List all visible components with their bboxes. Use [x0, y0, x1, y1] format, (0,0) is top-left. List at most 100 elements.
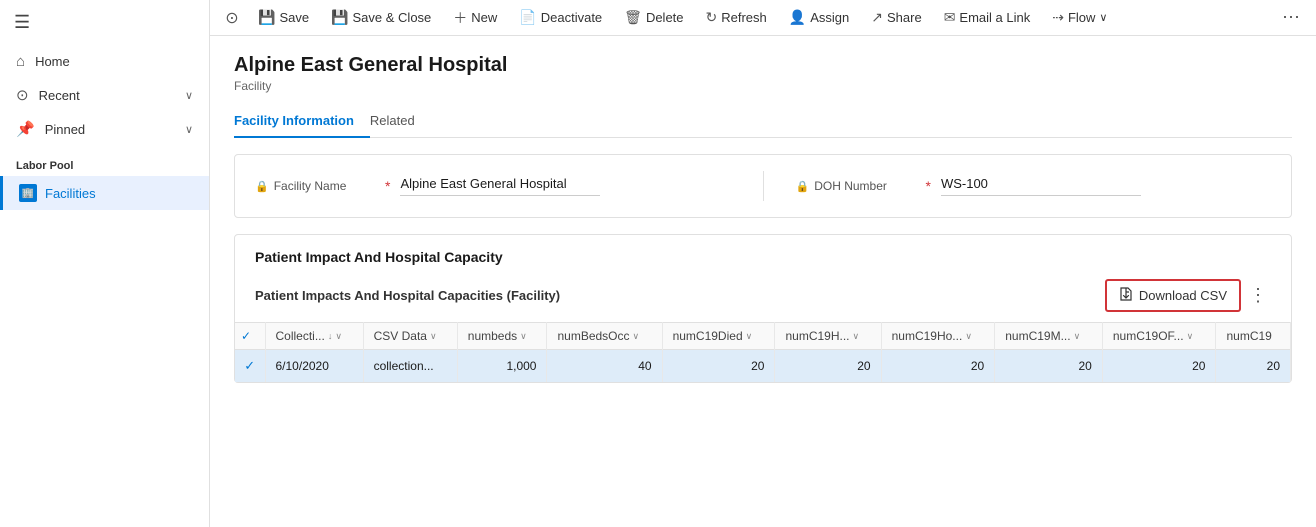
col-header-numC19last[interactable]: numC19: [1216, 323, 1291, 350]
delete-button[interactable]: 🗑 Delete: [614, 5, 693, 30]
chevron-down-icon-pinned: ∨: [185, 123, 193, 136]
download-csv-icon: [1119, 286, 1133, 305]
lock-icon-doh: 🔒: [796, 180, 810, 193]
table-title: Patient Impacts And Hospital Capacities …: [255, 288, 560, 303]
col-header-csv-data[interactable]: CSV Data ∨: [363, 323, 457, 350]
form-section: 🔒 Facility Name * Alpine East General Ho…: [234, 154, 1292, 218]
col-chevron-numC19Died: ∨: [746, 331, 753, 342]
flow-chevron-icon: ∨: [1099, 11, 1107, 24]
new-icon: ＋: [453, 8, 467, 28]
share-button[interactable]: ↗ Share: [861, 5, 931, 30]
col-chevron-numC19Ho: ∨: [965, 331, 972, 342]
patient-impact-table: ✓ Collecti... ↓ ∨ CSV Data: [235, 322, 1291, 382]
flow-icon: ⇢: [1052, 9, 1064, 26]
sidebar: ☰ ⌂ Home ⊙ Recent ∨ 📌 Pinned ∨ Labor Poo…: [0, 0, 210, 527]
patient-impact-title: Patient Impact And Hospital Capacity: [235, 235, 1291, 273]
doh-number-value[interactable]: WS-100: [941, 176, 1141, 196]
deactivate-icon: 📄: [519, 9, 536, 26]
hamburger-menu[interactable]: ☰: [0, 0, 209, 45]
new-button[interactable]: ＋ New: [443, 4, 507, 32]
toolbar: ⊙ 💾 Save 💾 Save & Close ＋ New 📄 Deactiva…: [210, 0, 1316, 36]
tabs-container: Facility Information Related: [234, 105, 1292, 138]
col-chevron-csv: ∨: [430, 331, 437, 342]
cell-numbedsOcc: 40: [547, 350, 662, 383]
sidebar-item-facilities[interactable]: 🏢 Facilities: [0, 176, 209, 210]
save-close-button[interactable]: 💾 Save & Close: [321, 5, 441, 30]
required-asterisk: *: [385, 178, 390, 194]
record-header: Alpine East General Hospital Facility: [210, 36, 1316, 93]
col-chevron-numC19M: ∨: [1074, 331, 1081, 342]
delete-icon: 🗑: [624, 9, 642, 26]
col-header-numC19H[interactable]: numC19H... ∨: [775, 323, 881, 350]
col-header-numC19Died[interactable]: numC19Died ∨: [662, 323, 775, 350]
cell-numC19H: 20: [775, 350, 881, 383]
cell-numC19OF: 20: [1102, 350, 1216, 383]
facilities-icon: 🏢: [19, 184, 37, 202]
sidebar-item-pinned[interactable]: 📌 Pinned ∨: [0, 112, 209, 146]
col-chevron-numC19H: ∨: [853, 331, 860, 342]
record-title: Alpine East General Hospital: [234, 54, 1292, 77]
content-area: Alpine East General Hospital Facility Fa…: [210, 36, 1316, 527]
facility-name-label: 🔒 Facility Name: [255, 179, 375, 193]
sidebar-section-label: Labor Pool: [0, 146, 209, 176]
field-divider: [763, 171, 764, 201]
sort-asc-icon: ↓: [328, 331, 333, 341]
email-link-button[interactable]: ✉ Email a Link: [934, 5, 1041, 30]
refresh-button[interactable]: ↻ Refresh: [696, 5, 777, 30]
sidebar-recent-label: Recent: [39, 88, 80, 103]
cell-numbeds: 1,000: [457, 350, 547, 383]
form-row: 🔒 Facility Name * Alpine East General Ho…: [255, 171, 1271, 201]
required-asterisk-doh: *: [926, 178, 931, 194]
main-area: ⊙ 💾 Save 💾 Save & Close ＋ New 📄 Deactiva…: [210, 0, 1316, 527]
cell-csv-data: collection...: [363, 350, 457, 383]
assign-icon: 👤: [789, 9, 806, 26]
cell-numC19Ho: 20: [881, 350, 995, 383]
tab-related[interactable]: Related: [370, 105, 431, 138]
table-row[interactable]: ✓ 6/10/2020 collection... 1,000 40 20 20…: [235, 350, 1291, 383]
col-chevron-collecti: ∨: [335, 331, 342, 342]
row-check-icon: ✓: [244, 358, 255, 373]
pin-icon: 📌: [16, 120, 35, 138]
deactivate-button[interactable]: 📄 Deactivate: [509, 5, 612, 30]
col-header-collecti[interactable]: Collecti... ↓ ∨: [265, 323, 363, 350]
cell-numC19last: 20: [1216, 350, 1291, 383]
col-header-numC19OF[interactable]: numC19OF... ∨: [1102, 323, 1216, 350]
assign-button[interactable]: 👤 Assign: [779, 5, 859, 30]
history-button[interactable]: ⊙: [218, 4, 246, 32]
table-more-options[interactable]: ⋮: [1245, 285, 1271, 306]
flow-button[interactable]: ⇢ Flow ∨: [1042, 5, 1117, 30]
doh-number-field: 🔒 DOH Number * WS-100: [796, 176, 1272, 196]
patient-impact-section: Patient Impact And Hospital Capacity Pat…: [234, 234, 1292, 383]
tab-facility-information[interactable]: Facility Information: [234, 105, 370, 138]
sidebar-home-label: Home: [35, 54, 70, 69]
history-icon: ⊙: [225, 8, 238, 28]
facility-name-field: 🔒 Facility Name * Alpine East General Ho…: [255, 176, 731, 196]
lock-icon: 🔒: [255, 180, 269, 193]
facility-name-value[interactable]: Alpine East General Hospital: [400, 176, 600, 196]
sub-section-actions: Download CSV ⋮: [1105, 279, 1271, 312]
download-csv-button[interactable]: Download CSV: [1105, 279, 1241, 312]
sidebar-item-recent[interactable]: ⊙ Recent ∨: [0, 78, 209, 112]
col-header-numC19M[interactable]: numC19M... ∨: [995, 323, 1103, 350]
save-button[interactable]: 💾 Save: [248, 5, 319, 30]
save-close-icon: 💾: [331, 9, 348, 26]
cell-numC19M: 20: [995, 350, 1103, 383]
share-icon: ↗: [871, 9, 883, 26]
sidebar-item-home[interactable]: ⌂ Home: [0, 45, 209, 78]
sub-section-subheader: Patient Impacts And Hospital Capacities …: [235, 273, 1291, 322]
chevron-down-icon: ∨: [185, 89, 193, 102]
email-icon: ✉: [944, 9, 956, 26]
col-header-numC19Ho[interactable]: numC19Ho... ∨: [881, 323, 995, 350]
col-chevron-numbedsOcc: ∨: [633, 331, 640, 342]
col-header-check: ✓: [235, 323, 265, 350]
sidebar-facilities-label: Facilities: [45, 186, 96, 201]
more-options-button[interactable]: ⋯: [1274, 3, 1308, 32]
cell-numC19Died: 20: [662, 350, 775, 383]
sidebar-pinned-label: Pinned: [45, 122, 85, 137]
doh-number-label: 🔒 DOH Number: [796, 179, 916, 193]
recent-icon: ⊙: [16, 86, 29, 104]
col-chevron-numbeds: ∨: [520, 331, 527, 342]
col-header-numbedsOcc[interactable]: numBedsOcc ∨: [547, 323, 662, 350]
col-header-numbeds[interactable]: numbeds ∨: [457, 323, 547, 350]
home-icon: ⌂: [16, 53, 25, 70]
